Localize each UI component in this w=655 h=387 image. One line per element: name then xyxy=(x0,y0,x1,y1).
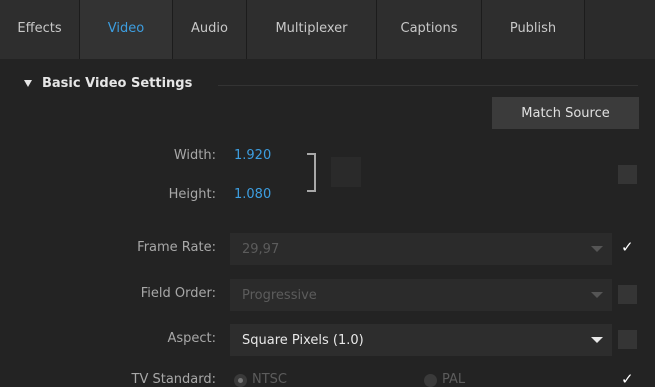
tab-publish[interactable]: Publish xyxy=(482,0,585,59)
tab-effects[interactable]: Effects xyxy=(0,0,80,59)
tv-standard-checkbox[interactable]: ✓ xyxy=(621,372,634,387)
radio-selected-dot xyxy=(238,378,243,383)
basic-video-settings-panel: Basic Video Settings Match Source Width:… xyxy=(0,59,655,387)
section-toggle[interactable]: Basic Video Settings xyxy=(24,76,192,91)
chevron-down-icon xyxy=(591,292,603,298)
tab-multiplexer[interactable]: Multiplexer xyxy=(247,0,377,59)
width-value[interactable]: 1.920 xyxy=(234,148,271,163)
frame-rate-value: 29,97 xyxy=(242,241,280,257)
tab-video[interactable]: Video xyxy=(80,0,173,59)
pal-radio[interactable] xyxy=(424,374,437,387)
frame-rate-dropdown[interactable]: 29,97 xyxy=(230,233,612,265)
field-order-dropdown[interactable]: Progressive xyxy=(230,279,612,311)
height-value[interactable]: 1.080 xyxy=(234,187,271,202)
tv-standard-label: TV Standard: xyxy=(131,372,217,387)
collapse-triangle-icon xyxy=(24,80,32,87)
field-order-value: Progressive xyxy=(242,287,317,303)
section-divider xyxy=(218,85,638,86)
aspect-value: Square Pixels (1.0) xyxy=(242,332,364,348)
aspect-dropdown[interactable]: Square Pixels (1.0) xyxy=(230,324,612,356)
tab-bar: Effects Video Audio Multiplexer Captions… xyxy=(0,0,655,59)
field-order-checkbox[interactable] xyxy=(618,285,637,304)
ntsc-label: NTSC xyxy=(252,372,287,387)
aspect-link-bracket-icon xyxy=(307,153,316,192)
height-label: Height: xyxy=(168,187,216,202)
ntsc-radio[interactable] xyxy=(234,374,247,387)
chevron-down-icon xyxy=(591,337,603,343)
tab-audio[interactable]: Audio xyxy=(173,0,247,59)
width-height-override-checkbox[interactable] xyxy=(618,165,637,184)
section-title: Basic Video Settings xyxy=(42,76,193,91)
tab-bar-filler xyxy=(585,0,655,59)
match-source-button[interactable]: Match Source xyxy=(492,97,639,129)
aspect-checkbox[interactable] xyxy=(618,330,637,349)
aspect-label: Aspect: xyxy=(167,331,216,346)
constrain-proportions-toggle[interactable] xyxy=(331,157,361,187)
frame-rate-label: Frame Rate: xyxy=(137,240,216,255)
tab-captions[interactable]: Captions xyxy=(377,0,482,59)
pal-label: PAL xyxy=(442,372,466,387)
chevron-down-icon xyxy=(591,246,603,252)
frame-rate-checkbox[interactable]: ✓ xyxy=(621,240,634,255)
width-label: Width: xyxy=(173,148,216,163)
field-order-label: Field Order: xyxy=(140,286,216,301)
export-settings-window: Effects Video Audio Multiplexer Captions… xyxy=(0,0,655,387)
